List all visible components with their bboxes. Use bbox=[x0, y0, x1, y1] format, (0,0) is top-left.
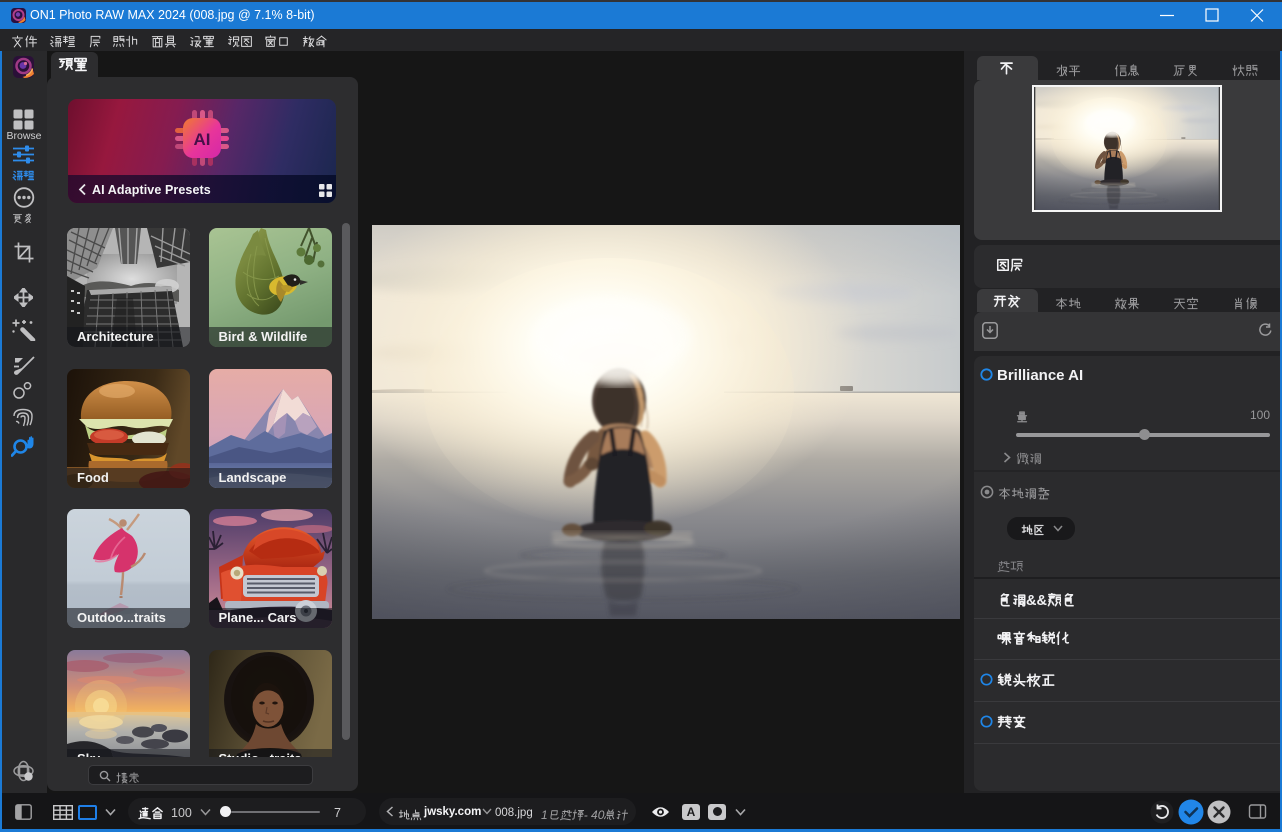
svg-text:AI: AI bbox=[194, 130, 211, 149]
